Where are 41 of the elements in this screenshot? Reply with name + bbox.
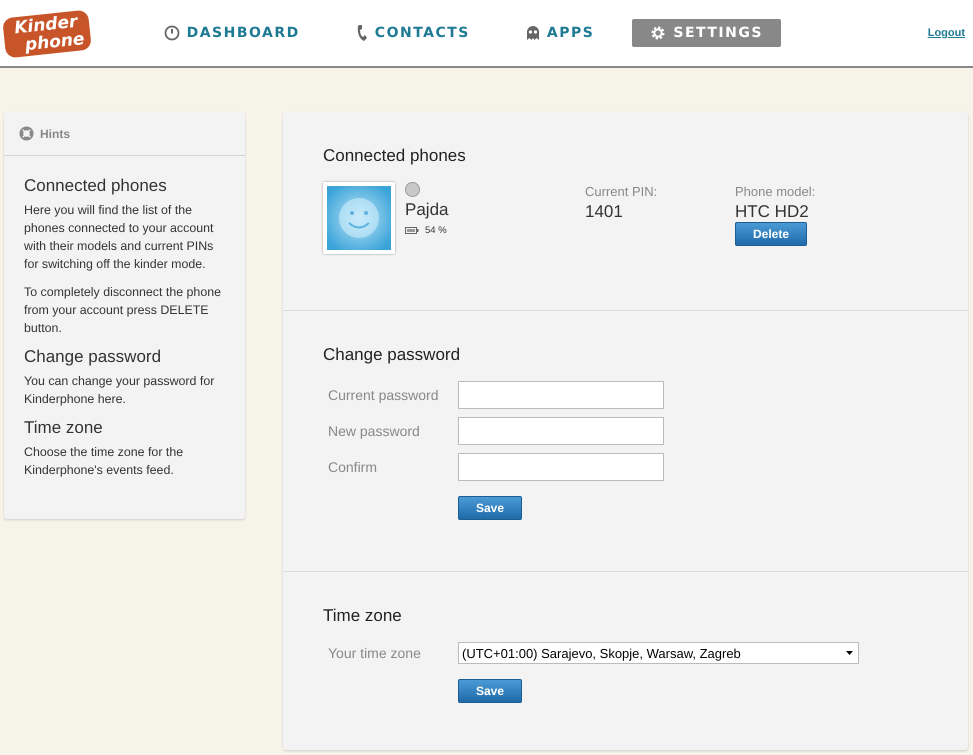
save-button[interactable]: Save <box>458 496 522 520</box>
nav-tab[interactable]: APPS <box>508 19 612 47</box>
field-label: Your time zone <box>328 645 422 661</box>
ghost-icon <box>526 25 540 41</box>
gear-icon <box>650 25 666 41</box>
model-value: HTC HD2 <box>735 202 810 222</box>
field-label: New password <box>328 423 421 439</box>
pin-label: Current PIN: <box>585 184 658 199</box>
pin-value: 1401 <box>585 202 624 222</box>
section-title: Connected phones <box>323 146 467 166</box>
delete-button[interactable]: Delete <box>735 222 807 246</box>
hint-heading: Change password <box>24 347 162 367</box>
password-field[interactable] <box>458 417 664 445</box>
nav-tab[interactable]: DASHBOARD <box>146 19 318 47</box>
field-label: Confirm <box>328 459 378 475</box>
timezone-dropdown[interactable]: (UTC+01:00) Sarajevo, Skopje, Warsaw, Zagreb <box>458 642 859 664</box>
password-field[interactable] <box>458 381 664 409</box>
password-field[interactable] <box>458 453 664 481</box>
battery-reading: 54 % <box>425 225 447 236</box>
hint-text: Choose the time zone for the Kinderphone's events feed. <box>24 444 184 479</box>
field-label: Current password <box>328 387 440 403</box>
nav-tab[interactable]: SETTINGS <box>632 19 781 47</box>
battery-icon <box>405 227 419 234</box>
lifebuoy-icon <box>19 126 34 141</box>
phone-name: Pajda <box>405 200 450 220</box>
logout-link[interactable]: Logout <box>928 27 965 39</box>
phone-icon <box>356 24 368 42</box>
clock-icon <box>164 25 180 41</box>
model-label: Phone model: <box>735 184 816 199</box>
hint-text: To completely disconnect the phone from your account press DELETE button. <box>24 284 221 337</box>
save-button[interactable]: Save <box>458 679 522 703</box>
hint-text: You can change your password for Kinderphone here. <box>24 373 216 408</box>
hint-text: Here you will find the list of the phones connected to your account with their models and current PINs for switching off the kinder mode. <box>24 202 214 273</box>
section-title: Time zone <box>323 606 403 626</box>
section-title: Change password <box>323 345 462 365</box>
dropdown-arrow-icon <box>846 651 853 655</box>
hints-title: Hints <box>40 126 70 140</box>
hint-heading: Connected phones <box>24 176 168 196</box>
nav-tab[interactable]: CONTACTS <box>338 19 488 47</box>
logo[interactable]: Kinder phone <box>2 10 92 58</box>
hint-heading: Time zone <box>24 418 104 438</box>
